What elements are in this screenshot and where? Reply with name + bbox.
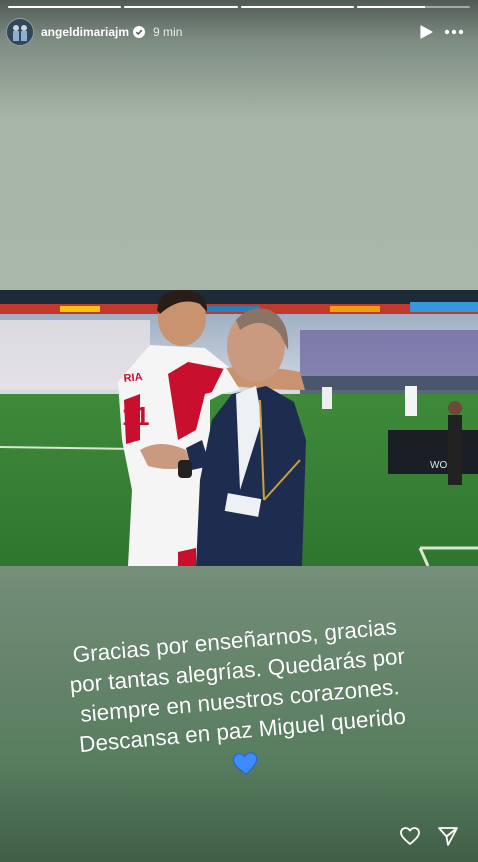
play-button[interactable] — [412, 18, 440, 46]
progress-segment-current — [356, 6, 470, 8]
progress-segment — [8, 6, 122, 8]
story-caption: Gracias por enseñarnos, gracias por tant… — [34, 609, 446, 795]
blue-heart-icon — [232, 752, 258, 775]
more-options-button[interactable] — [440, 18, 468, 46]
post-time: 9 min — [153, 25, 183, 39]
verified-badge-icon — [133, 26, 146, 38]
play-icon — [420, 25, 433, 39]
heart-outline-icon[interactable] — [398, 824, 422, 848]
send-icon[interactable] — [436, 824, 460, 848]
story-progress-bar — [8, 6, 470, 8]
more-icon — [444, 29, 464, 35]
story-photo: WORL RIA 11 — [0, 290, 478, 566]
story-actions — [398, 824, 460, 848]
jersey-name: RIA — [123, 371, 143, 385]
avatar[interactable] — [6, 18, 34, 46]
story-header: angeldimariajm 9 min — [6, 18, 468, 46]
progress-segment — [124, 6, 238, 8]
jersey-number: 11 — [122, 401, 150, 431]
progress-segment — [240, 6, 354, 8]
username[interactable]: angeldimariajm — [41, 25, 129, 39]
